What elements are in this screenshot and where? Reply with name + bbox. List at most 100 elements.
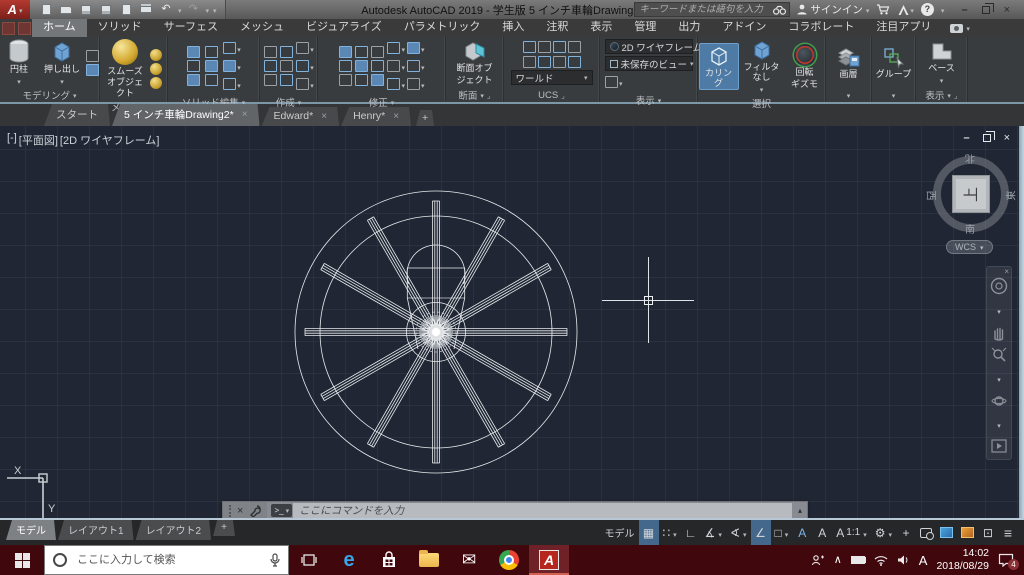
modify-offset-icon[interactable] <box>387 78 400 90</box>
navwheel-caret-icon[interactable] <box>997 301 1001 319</box>
zoom-caret-icon[interactable] <box>997 369 1001 387</box>
command-close-icon[interactable] <box>237 505 243 517</box>
viewport-menu-control[interactable]: [-] <box>7 132 17 148</box>
new-layout-button[interactable]: + <box>213 520 235 536</box>
autocad-app-menu[interactable]: A <box>0 0 30 19</box>
media-button[interactable] <box>950 22 970 37</box>
help-icon[interactable] <box>921 3 934 16</box>
isolate-objects-toggle[interactable] <box>916 520 936 545</box>
microphone-icon[interactable] <box>270 553 280 567</box>
modify-align-icon[interactable] <box>355 74 368 86</box>
undo-caret-icon[interactable] <box>178 4 182 16</box>
tab-collaborate[interactable]: コラボレート <box>777 16 865 37</box>
layout-tab-layout1[interactable]: レイアウト1 <box>58 520 134 540</box>
solidedit-shell-icon[interactable] <box>205 74 218 86</box>
smooth-less-icon[interactable] <box>150 63 162 75</box>
volume-icon[interactable] <box>897 554 910 566</box>
tab-addins[interactable]: アドイン <box>711 16 777 37</box>
panel-groups-label[interactable] <box>872 88 915 102</box>
workspace-mini-icon-1[interactable] <box>2 22 15 35</box>
hidden-icons-chevron[interactable] <box>834 554 842 566</box>
ucs-icon-7[interactable] <box>553 56 566 68</box>
annotation-autoscale-toggle[interactable] <box>812 520 832 545</box>
tab-mesh[interactable]: メッシュ <box>229 16 295 37</box>
solidedit-slice-icon[interactable] <box>205 46 218 58</box>
help-caret-icon[interactable] <box>941 4 945 16</box>
draw-ellipse-icon[interactable] <box>296 60 309 72</box>
file-tab-drawing2[interactable]: 5 インチ車輪Drawing2* <box>112 104 260 126</box>
wifi-icon[interactable] <box>874 555 888 566</box>
named-view-dropdown[interactable]: 未保存のビュー <box>605 56 693 71</box>
batch-plot-button[interactable] <box>118 2 134 17</box>
close-tab-icon[interactable] <box>393 111 399 122</box>
ucs-icon-6[interactable] <box>538 56 551 68</box>
layout-tab-layout2[interactable]: レイアウト2 <box>136 520 212 540</box>
ucs-icon-3[interactable] <box>553 41 566 53</box>
wcs-dropdown[interactable]: WCS <box>946 240 993 254</box>
doc-restore-button[interactable] <box>983 134 991 142</box>
clean-screen-toggle[interactable] <box>978 520 998 545</box>
viewport-visualstyle-control[interactable]: [2D ワイヤフレーム] <box>60 132 160 148</box>
group-button[interactable]: グループ <box>874 46 914 79</box>
ortho-mode-toggle[interactable] <box>681 520 701 545</box>
workspace-switching-control[interactable] <box>871 520 896 545</box>
modify-fillet-icon[interactable] <box>387 60 400 72</box>
mail-button[interactable]: ✉ <box>449 545 489 575</box>
minimize-button[interactable] <box>961 4 967 16</box>
viewcube-top-face[interactable]: 上 <box>952 175 990 213</box>
layout-tab-model[interactable]: モデル <box>6 520 56 540</box>
panel-ucs-label[interactable]: UCS <box>504 88 599 102</box>
command-customize-wrench-icon[interactable] <box>249 505 261 517</box>
draw-line-icon[interactable] <box>264 60 277 72</box>
ucs-icon-4[interactable] <box>568 41 581 53</box>
command-prompt-chip[interactable] <box>271 504 292 517</box>
orbit-caret-icon[interactable] <box>997 415 1001 433</box>
file-tab-edward[interactable]: Edward* <box>262 107 340 126</box>
chrome-button[interactable] <box>489 545 529 575</box>
panel-view2-label[interactable]: 表示 <box>916 88 967 102</box>
grid-display-toggle[interactable] <box>639 520 659 545</box>
viewport-view-control[interactable]: [平面図] <box>19 132 58 148</box>
exchange-apps-icon[interactable] <box>897 4 914 16</box>
navigation-wheel-icon[interactable] <box>990 277 1008 295</box>
status-customize-menu[interactable] <box>998 520 1018 545</box>
ime-indicator[interactable]: A <box>919 553 928 568</box>
object-snap-tracking-toggle[interactable] <box>751 520 771 545</box>
battery-icon[interactable] <box>851 556 865 564</box>
model-space-toggle[interactable]: モデル <box>601 520 639 545</box>
tab-parametric[interactable]: パラメトリック <box>393 16 492 37</box>
modify-array-icon[interactable] <box>371 74 384 86</box>
modify-copy-icon[interactable] <box>339 60 352 72</box>
solidedit-union-icon[interactable] <box>187 46 200 58</box>
modify-mirror3d-icon[interactable] <box>355 60 368 72</box>
tab-annotate[interactable]: 注釈 <box>535 16 579 37</box>
tab-view[interactable]: 表示 <box>579 16 623 37</box>
panel-section-label[interactable]: 断面 <box>446 88 503 102</box>
section-object-button[interactable]: 断面オブ ジェクト <box>455 40 495 85</box>
refine-mesh-icon[interactable] <box>150 77 162 89</box>
compass-east-label[interactable]: 東 <box>1003 191 1018 201</box>
tab-solid[interactable]: ソリッド <box>87 16 153 37</box>
taskbar-clock[interactable]: 14:02 2018/08/29 <box>936 547 989 573</box>
file-explorer-button[interactable] <box>409 545 449 575</box>
sign-in-button[interactable]: サインイン <box>797 2 869 17</box>
save-as-button[interactable] <box>98 2 114 17</box>
command-input[interactable] <box>293 505 792 517</box>
compass-north-label[interactable]: 北 <box>965 152 975 167</box>
modify-rotate3d-icon[interactable] <box>355 46 368 58</box>
modify-rotate-icon[interactable] <box>371 46 384 58</box>
polar-tracking-toggle[interactable] <box>701 520 726 545</box>
solidedit-subtract-icon[interactable] <box>187 60 200 72</box>
solidedit-fillet-icon[interactable] <box>223 42 236 54</box>
undo-button[interactable] <box>158 2 174 17</box>
navbar-close-icon[interactable] <box>1004 267 1009 276</box>
panel-modify-label[interactable]: 修正 <box>318 95 445 109</box>
redo-caret-icon[interactable] <box>206 4 210 16</box>
people-icon[interactable] <box>811 554 825 566</box>
orbit-icon[interactable] <box>991 393 1007 409</box>
solidedit-intersect-icon[interactable] <box>187 74 200 86</box>
new-file-button[interactable] <box>38 2 54 17</box>
workspace-mini-icon-2[interactable] <box>18 22 31 35</box>
draw-pline-icon[interactable] <box>280 46 293 58</box>
edge-button[interactable] <box>329 545 369 575</box>
